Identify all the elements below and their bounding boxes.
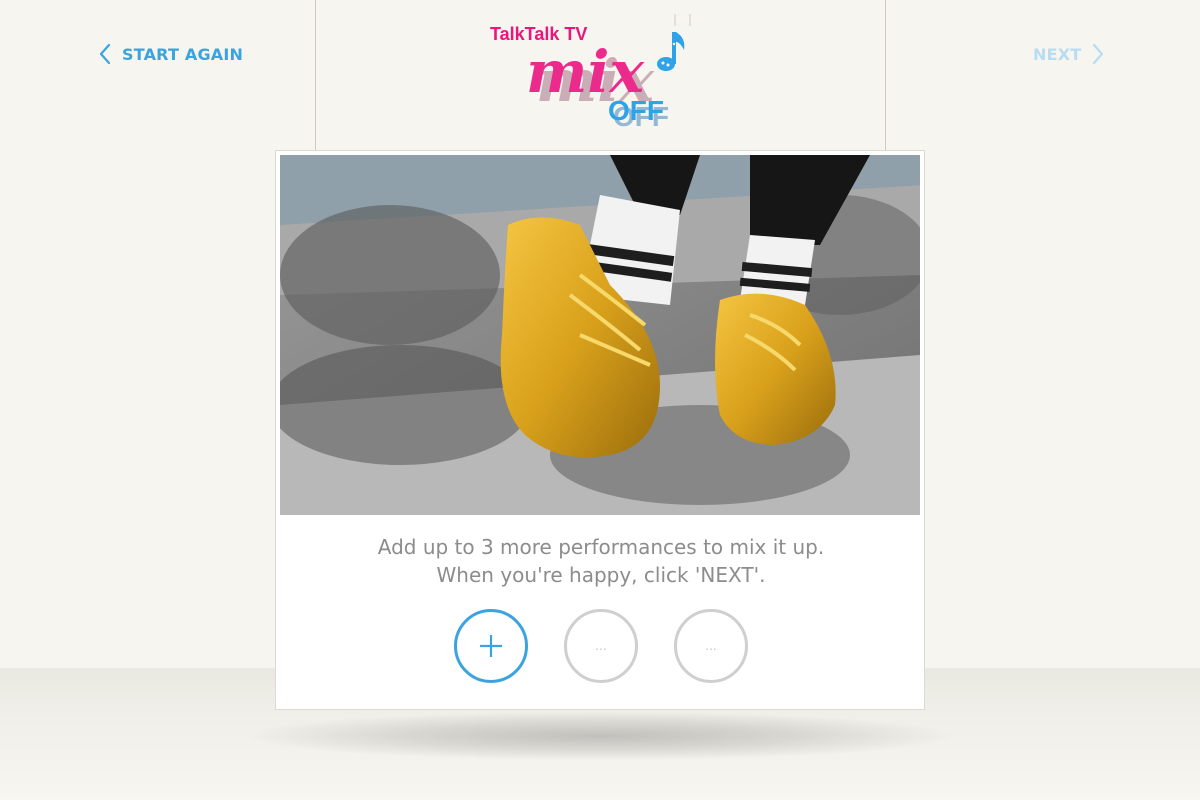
instructions-line-1: Add up to 3 more performances to mix it …: [377, 535, 825, 559]
performance-video[interactable]: [280, 155, 920, 515]
hanging-wire-left: [315, 0, 316, 150]
instructions-line-2: When you're happy, click 'NEXT'.: [436, 563, 766, 587]
slot-placeholder: ...: [595, 639, 607, 653]
card-shadow: [250, 712, 950, 760]
logo-title-sub: OFF: [608, 95, 664, 126]
mix-card: Add up to 3 more performances to mix it …: [275, 150, 925, 710]
slot-placeholder: ...: [705, 639, 717, 653]
hanging-wire-right: [885, 0, 886, 150]
video-frame: [280, 155, 920, 515]
next-button[interactable]: NEXT: [1033, 40, 1107, 68]
add-performance-button[interactable]: [454, 609, 528, 683]
start-again-button[interactable]: START AGAIN: [96, 40, 243, 68]
empty-performance-slot: ...: [564, 609, 638, 683]
instructions-text: Add up to 3 more performances to mix it …: [276, 533, 926, 589]
chevron-left-icon: [99, 43, 111, 65]
music-note-icon: [657, 32, 685, 71]
next-label: NEXT: [1033, 44, 1082, 64]
empty-performance-slot: ...: [674, 609, 748, 683]
chevron-right-icon: [1093, 43, 1104, 65]
plus-icon: [480, 635, 502, 657]
talktalk-mixoff-logo: TalkTalk TV mix mix OFF OFF: [480, 14, 710, 144]
start-again-label: START AGAIN: [122, 44, 244, 64]
performance-slots: ... ...: [276, 609, 926, 685]
